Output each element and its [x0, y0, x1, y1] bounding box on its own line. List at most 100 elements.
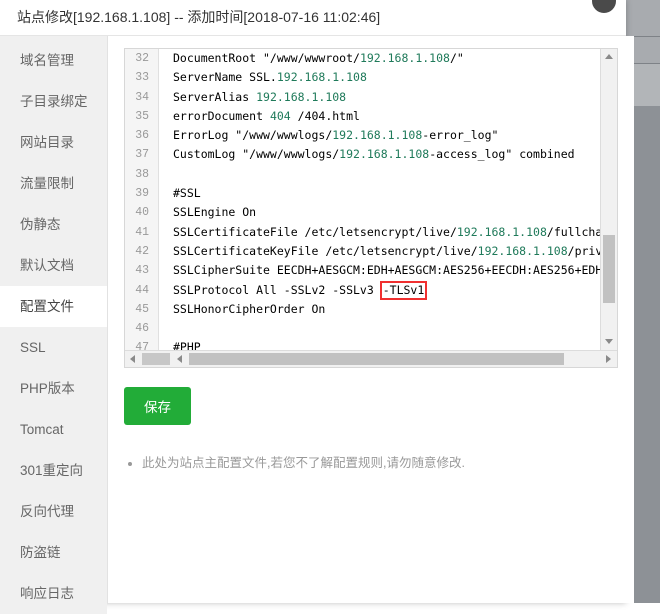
code-line-text[interactable]: ErrorLog "/www/wwwlogs/192.168.1.108-err… [159, 126, 498, 145]
code-line-text[interactable] [159, 165, 173, 184]
sidebar-item-label: 伪静态 [20, 217, 61, 232]
code-line-text[interactable]: SSLCipherSuite EECDH+AESGCM:EDH+AESGCM:A… [159, 261, 600, 280]
code-token: /privkey.pem [567, 243, 600, 258]
sidebar-item-12[interactable]: 防盗链 [0, 532, 107, 573]
sidebar-item-3[interactable]: 流量限制 [0, 163, 107, 204]
sidebar-item-10[interactable]: 301重定向 [0, 450, 107, 491]
code-token-number: 192.168.1.108 [256, 89, 347, 104]
code-line-text[interactable]: SSLHonorCipherOrder On [159, 300, 325, 319]
save-button[interactable]: 保存 [124, 387, 191, 425]
scroll-down-icon[interactable] [601, 334, 617, 350]
line-number: 35 [125, 106, 159, 127]
sidebar-item-13[interactable]: 响应日志 [0, 573, 107, 614]
code-line[interactable]: 47 #PHP [125, 338, 600, 350]
sidebar-item-label: 响应日志 [20, 586, 74, 601]
code-line-text[interactable]: SSLEngine On [159, 203, 256, 222]
code-line[interactable]: 40 SSLEngine On [125, 203, 600, 223]
code-token: CustomLog "/www/wwwlogs/ [173, 147, 340, 162]
code-line-text[interactable]: #PHP [159, 338, 201, 350]
sidebar-item-label: 流量限制 [20, 176, 74, 191]
sidebar-item-7[interactable]: SSL [0, 327, 107, 368]
line-number: 42 [125, 241, 159, 262]
code-token: SSLHonorCipherOrder On [173, 301, 326, 316]
editor-code-area[interactable]: 32 DocumentRoot "/www/wwwroot/192.168.1.… [125, 49, 600, 350]
code-line[interactable]: 32 DocumentRoot "/www/wwwroot/192.168.1.… [125, 49, 600, 69]
line-number: 43 [125, 261, 159, 281]
horizontal-scrollbar-thumb[interactable] [189, 353, 564, 365]
code-token: #PHP [173, 340, 201, 350]
code-token: -error_log" [422, 128, 499, 143]
code-line[interactable]: 33 ServerName SSL.192.168.1.108 [125, 68, 600, 88]
code-token-number: 192.168.1.108 [276, 70, 367, 85]
sidebar-item-label: SSL [20, 340, 46, 355]
sidebar-item-label: 默认文档 [20, 258, 74, 273]
scroll-left-icon[interactable] [125, 351, 141, 367]
code-line[interactable]: 38 [125, 164, 600, 185]
code-line[interactable]: 43 SSLCipherSuite EECDH+AESGCM:EDH+AESGC… [125, 261, 600, 281]
code-line-text[interactable]: ServerName SSL.192.168.1.108 [159, 68, 367, 87]
horizontal-scrollbar-thumb-outer[interactable] [142, 353, 170, 365]
code-token-number: 192.168.1.108 [359, 51, 450, 65]
code-line[interactable]: 36 ErrorLog "/www/wwwlogs/192.168.1.108-… [125, 126, 600, 146]
sidebar-item-8[interactable]: PHP版本 [0, 368, 107, 409]
code-token: SSLProtocol All -SSLv2 -SSLv3 [173, 282, 381, 297]
sidebar-item-9[interactable]: Tomcat [0, 409, 107, 450]
code-line[interactable]: 35 errorDocument 404 /404.html [125, 106, 600, 127]
code-line[interactable]: 45 SSLHonorCipherOrder On [125, 299, 600, 320]
code-line-text[interactable]: errorDocument 404 /404.html [159, 107, 360, 126]
scroll-right-icon[interactable] [601, 351, 617, 367]
line-number: 45 [125, 299, 159, 320]
code-line-text[interactable]: SSLProtocol All -SSLv2 -SSLv3 -TLSv1 [159, 280, 428, 300]
sidebar-item-11[interactable]: 反向代理 [0, 491, 107, 532]
code-token: /" [449, 51, 464, 65]
content-panel: 32 DocumentRoot "/www/wwwroot/192.168.1.… [108, 36, 634, 603]
line-number: 46 [125, 319, 159, 339]
code-line[interactable]: 44 SSLProtocol All -SSLv2 -SSLv3 -TLSv1 [125, 280, 600, 300]
code-line-text[interactable]: CustomLog "/www/wwwlogs/192.168.1.108-ac… [159, 145, 575, 164]
code-token: ServerName SSL. [173, 70, 277, 85]
vertical-scrollbar[interactable] [600, 49, 617, 350]
code-line[interactable]: 46 [125, 319, 600, 339]
note-item: 此处为站点主配置文件,若您不了解配置规则,请勿随意修改. [142, 453, 618, 473]
code-line-text[interactable]: SSLCertificateKeyFile /etc/letsencrypt/l… [159, 242, 600, 261]
code-line-text[interactable] [159, 319, 173, 338]
horizontal-scrollbar[interactable] [125, 350, 617, 367]
code-line-text[interactable]: SSLCertificateFile /etc/letsencrypt/live… [159, 223, 600, 242]
sidebar-item-0[interactable]: 域名管理 [0, 40, 107, 81]
code-line[interactable]: 39 #SSL [125, 184, 600, 204]
code-line-text[interactable]: #SSL [159, 184, 201, 203]
sidebar-item-5[interactable]: 默认文档 [0, 245, 107, 286]
sidebar-item-1[interactable]: 子目录绑定 [0, 81, 107, 122]
sidebar-item-4[interactable]: 伪静态 [0, 204, 107, 245]
sidebar-item-label: 反向代理 [20, 504, 74, 519]
scroll-up-icon[interactable] [601, 49, 617, 65]
scroll-left-inner-icon[interactable] [172, 351, 188, 367]
sidebar-item-2[interactable]: 网站目录 [0, 122, 107, 163]
line-number: 33 [125, 68, 159, 88]
sidebar-item-6[interactable]: 配置文件 [0, 286, 107, 327]
code-line[interactable]: 42 SSLCertificateKeyFile /etc/letsencryp… [125, 241, 600, 262]
line-number: 39 [125, 184, 159, 204]
code-line[interactable]: 34 ServerAlias 192.168.1.108 [125, 87, 600, 107]
code-line-text[interactable]: ServerAlias 192.168.1.108 [159, 88, 346, 107]
code-line[interactable]: 41 SSLCertificateFile /etc/letsencrypt/l… [125, 222, 600, 242]
line-number: 34 [125, 87, 159, 107]
code-token-number: 192.168.1.108 [477, 243, 568, 258]
code-token: errorDocument [173, 108, 270, 123]
code-token-number: 192.168.1.108 [456, 224, 547, 239]
config-file-editor[interactable]: 32 DocumentRoot "/www/wwwroot/192.168.1.… [124, 48, 618, 368]
sidebar-item-label: 网站目录 [20, 135, 74, 150]
line-number: 37 [125, 145, 159, 165]
code-token-number: 404 [269, 108, 291, 123]
code-token: ErrorLog "/www/wwwlogs/ [173, 128, 333, 143]
line-number: 41 [125, 222, 159, 242]
code-token-number: 192.168.1.108 [339, 147, 430, 162]
sidebar: 域名管理子目录绑定网站目录流量限制伪静态默认文档配置文件 SSL PHP版本 Tomc… [0, 36, 108, 614]
code-line[interactable]: 37 CustomLog "/www/wwwlogs/192.168.1.108… [125, 145, 600, 165]
line-number: 47 [125, 338, 159, 350]
sidebar-item-label: 域名管理 [20, 53, 74, 68]
code-line-text[interactable]: DocumentRoot "/www/wwwroot/192.168.1.108… [159, 49, 464, 68]
vertical-scrollbar-thumb[interactable] [603, 235, 615, 303]
code-token: DocumentRoot "/www/wwwroot/ [173, 51, 360, 65]
sidebar-item-label: Tomcat [20, 422, 64, 437]
